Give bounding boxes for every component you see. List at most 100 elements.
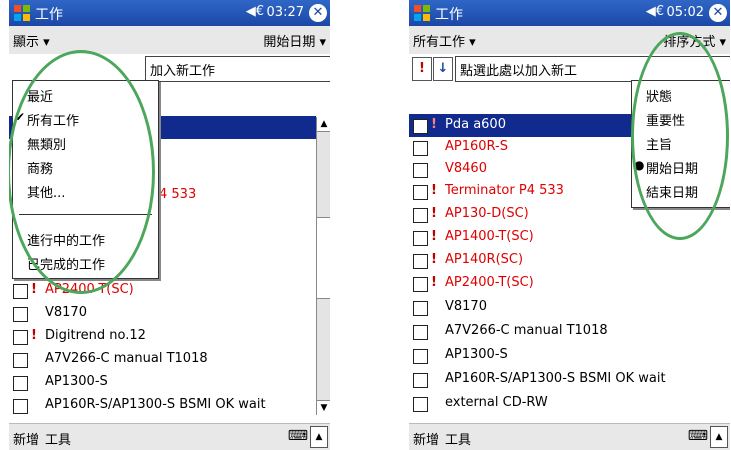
priority-icon: ! <box>431 252 437 267</box>
list-item[interactable]: AP160R-S/AP1300-S BSMI OK wait <box>9 394 330 417</box>
list-item[interactable]: external CD-RW <box>409 392 730 415</box>
keyboard-icon[interactable]: ⌨ <box>688 428 708 444</box>
dropdown-item[interactable]: 已完成的工作 <box>13 251 158 275</box>
task-checkbox[interactable] <box>413 119 428 134</box>
task-title: Terminator P4 533 <box>445 183 564 198</box>
task-checkbox[interactable] <box>13 376 28 391</box>
task-title: A7V266-C manual T1018 <box>445 323 608 338</box>
windows-logo-icon[interactable] <box>12 3 32 23</box>
partial-task-text: 4 533 <box>159 187 197 202</box>
scroll-down-icon[interactable]: ▼ <box>317 400 330 415</box>
task-checkbox[interactable] <box>13 307 28 322</box>
new-button[interactable]: 新增 <box>413 429 439 448</box>
list-item[interactable]: ! Digitrend no.12 <box>9 325 330 348</box>
dropdown-item-label: 主旨 <box>646 138 673 153</box>
task-title: AP1400-T(SC) <box>445 229 534 244</box>
task-checkbox[interactable] <box>413 349 428 364</box>
dropdown-item[interactable]: 商務 <box>13 155 158 179</box>
dropdown-item[interactable]: ✔ 所有工作 <box>13 107 158 131</box>
dropdown-item[interactable]: 結束日期 <box>632 179 730 203</box>
dropdown-item[interactable]: 進行中的工作 <box>13 227 158 251</box>
list-item[interactable]: AP1300-S <box>9 371 330 394</box>
task-checkbox[interactable] <box>413 301 428 316</box>
clock[interactable]: 05:02 <box>667 5 704 20</box>
list-item[interactable]: A7V266-C manual T1018 <box>409 320 730 343</box>
list-item[interactable]: ! AP2400-T(SC) <box>409 272 730 295</box>
dropdown-item[interactable]: 重要性 <box>632 107 730 131</box>
task-checkbox[interactable] <box>413 231 428 246</box>
add-task-entry[interactable]: 點選此處以加入新工 <box>455 56 730 82</box>
dropdown-item-label: 結束日期 <box>646 186 699 201</box>
task-checkbox[interactable] <box>413 163 428 178</box>
task-title: V8460 <box>445 161 487 176</box>
dropdown-item[interactable]: 狀態 <box>632 83 730 107</box>
check-icon: ✔ <box>15 110 26 124</box>
task-checkbox[interactable] <box>413 277 428 292</box>
task-checkbox[interactable] <box>413 254 428 269</box>
add-task-entry[interactable]: 加入新工作 <box>145 56 330 82</box>
command-bar: 新增 工具 ⌨ ▲ <box>9 423 330 450</box>
sort-menu[interactable]: 開始日期 ▾ <box>263 31 326 50</box>
task-checkbox[interactable] <box>413 185 428 200</box>
list-item[interactable]: ! AP140R(SC) <box>409 249 730 272</box>
list-item[interactable]: AP1300-S <box>409 344 730 367</box>
task-title: AP140R(SC) <box>445 252 524 267</box>
list-item[interactable]: A7V266-C manual T1018 <box>9 348 330 371</box>
task-checkbox[interactable] <box>13 284 28 299</box>
input-selector-arrow-icon[interactable]: ▲ <box>310 426 328 448</box>
title-bar: 工作 ◀€ 05:02 ✕ <box>409 0 730 26</box>
category-filter-menu[interactable]: 所有工作 ▾ <box>413 31 476 50</box>
task-title: AP2400-T(SC) <box>45 282 134 297</box>
keyboard-icon[interactable]: ⌨ <box>288 428 308 444</box>
speaker-icon[interactable]: ◀€ <box>246 4 264 19</box>
tools-menu[interactable]: 工具 <box>45 429 71 448</box>
dropdown-item[interactable]: 最近 <box>13 83 158 107</box>
list-item[interactable]: V8170 <box>409 296 730 319</box>
priority-sort-button[interactable]: ! <box>412 57 432 81</box>
dropdown-item[interactable]: 無類別 <box>13 131 158 155</box>
task-checkbox[interactable] <box>413 208 428 223</box>
dropdown-item-label: 其他... <box>27 186 66 201</box>
task-checkbox[interactable] <box>13 330 28 345</box>
new-button[interactable]: 新增 <box>13 429 39 448</box>
sort-menu[interactable]: 排序方式 ▾ <box>663 31 726 50</box>
windows-logo-icon[interactable] <box>412 3 432 23</box>
right-pocketpc-screen: 工作 ◀€ 05:02 ✕ 所有工作 ▾ 排序方式 ▾ ! ↓ 點選此處以加入新… <box>409 0 730 450</box>
vertical-scrollbar[interactable]: ▲ ▼ <box>316 117 330 415</box>
dropdown-item[interactable]: 主旨 <box>632 131 730 155</box>
radio-dot-icon: ● <box>634 158 645 172</box>
close-icon[interactable]: ✕ <box>709 4 727 22</box>
task-title: V8170 <box>45 305 87 320</box>
list-item[interactable]: V8170 <box>9 302 330 325</box>
task-checkbox[interactable] <box>13 399 28 414</box>
task-title: external CD-RW <box>445 395 548 410</box>
dropdown-item[interactable]: ● 開始日期 <box>632 155 730 179</box>
scroll-up-icon[interactable]: ▲ <box>317 117 330 132</box>
clock[interactable]: 03:27 <box>267 5 304 20</box>
list-item[interactable]: AP160R-S/AP1300-S BSMI OK wait <box>409 368 730 391</box>
task-checkbox[interactable] <box>413 141 428 156</box>
task-checkbox[interactable] <box>413 373 428 388</box>
task-title: A7V266-C manual T1018 <box>45 351 208 366</box>
sort-direction-button[interactable]: ↓ <box>433 57 453 81</box>
dropdown-item[interactable]: 其他... <box>13 179 158 203</box>
close-icon[interactable]: ✕ <box>309 4 327 22</box>
menu-separator <box>19 214 152 215</box>
show-menu[interactable]: 顯示 ▾ <box>13 31 50 50</box>
task-title: AP130-D(SC) <box>445 206 529 221</box>
dropdown-item-label: 已完成的工作 <box>27 258 106 273</box>
tools-menu[interactable]: 工具 <box>445 429 471 448</box>
scroll-thumb[interactable] <box>317 217 330 299</box>
priority-icon: ! <box>431 183 437 198</box>
list-item[interactable]: ! AP1400-T(SC) <box>409 226 730 249</box>
list-item[interactable]: ! AP2400-T(SC) <box>9 279 330 302</box>
task-toolbar: 加入新工作 <box>9 56 330 82</box>
dropdown-item-label: 狀態 <box>646 90 673 105</box>
speaker-icon[interactable]: ◀€ <box>646 4 664 19</box>
task-title: Pda a600 <box>445 117 506 132</box>
title-bar: 工作 ◀€ 03:27 ✕ <box>9 0 330 26</box>
input-selector-arrow-icon[interactable]: ▲ <box>710 426 728 448</box>
task-checkbox[interactable] <box>13 353 28 368</box>
task-checkbox[interactable] <box>413 325 428 340</box>
task-checkbox[interactable] <box>413 397 428 412</box>
